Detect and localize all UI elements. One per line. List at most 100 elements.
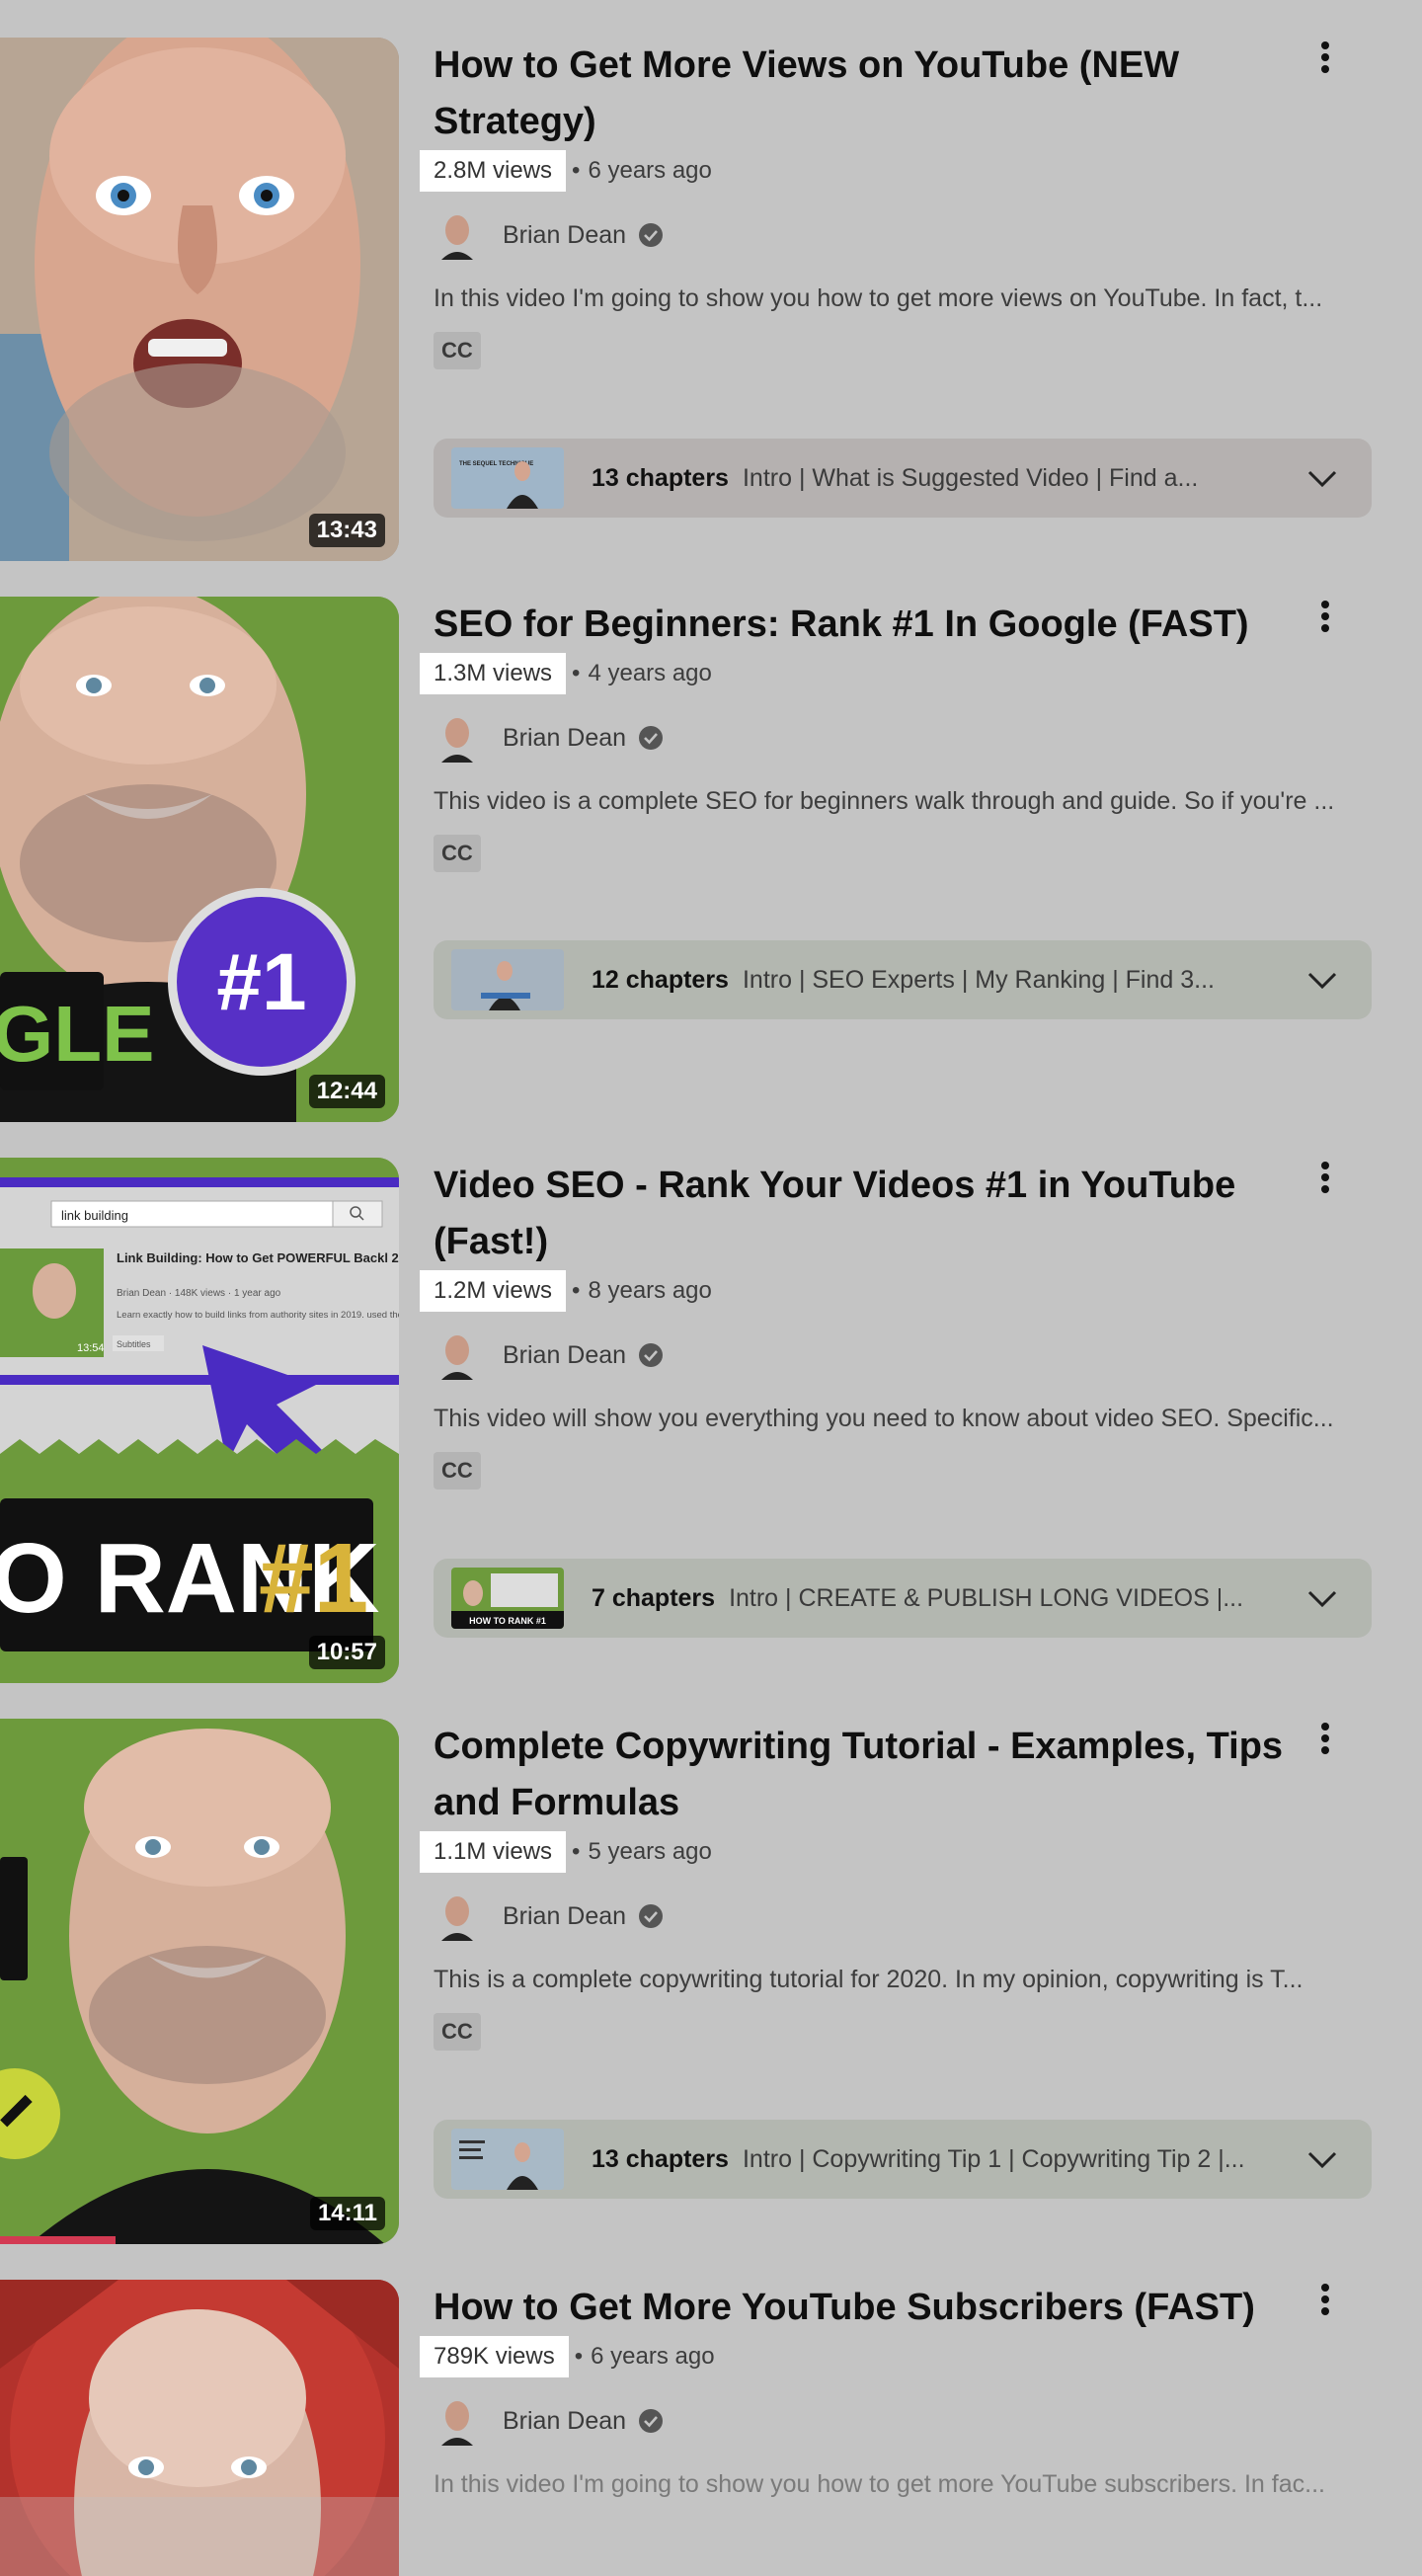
chapters-count: 12 chapters [592, 965, 729, 994]
chapters-panel[interactable]: 13 chapters Intro | Copywriting Tip 1 | … [434, 2120, 1372, 2199]
video-meta: How to Get More Views on YouTube (NEW St… [420, 38, 1372, 518]
upload-age: 4 years ago [588, 660, 712, 686]
video-duration: 12:44 [308, 1075, 385, 1108]
separator-dot: • [572, 660, 581, 686]
video-description: In this video I'm going to show you how … [434, 284, 1323, 312]
channel-avatar[interactable] [437, 2396, 477, 2446]
channel-row[interactable]: Brian Dean [434, 1887, 1372, 1946]
channel-avatar[interactable] [437, 1892, 477, 1941]
chapter-thumbnail [451, 949, 564, 1010]
channel-avatar[interactable] [437, 210, 477, 260]
channel-name[interactable]: Brian Dean [503, 1902, 626, 1931]
channel-row[interactable]: Brian Dean [434, 205, 1372, 265]
channel-row[interactable]: Brian Dean [434, 2391, 1372, 2451]
thumbnail-image: GLE #1 [0, 597, 399, 1122]
upload-age: 6 years ago [591, 2343, 715, 2370]
channel-name[interactable]: Brian Dean [503, 2407, 626, 2436]
video-description: This is a complete copywriting tutorial … [434, 1966, 1304, 1993]
chapters-count: 13 chapters [592, 463, 729, 492]
video-item[interactable]: GLE #1 12:44 SEO for Beginners: Rank #1 … [0, 597, 1422, 1122]
chapters-list: Intro | Copywriting Tip 1 | Copywriting … [742, 2144, 1245, 2173]
thumb-big-num: #1 [259, 1523, 368, 1634]
thumb-result-desc: Learn exactly how to build links from au… [117, 1310, 399, 1321]
thumb-mini-duration: 13:54 [77, 1342, 105, 1354]
video-stats: 1.3M views • 4 years ago [420, 653, 1372, 694]
video-meta: Complete Copywriting Tutorial - Examples… [420, 1719, 1372, 2199]
chapter-thumbnail: HOW TO RANK #1 [451, 1568, 564, 1629]
video-title[interactable]: How to Get More Views on YouTube (NEW St… [434, 38, 1372, 150]
channel-row[interactable]: Brian Dean [434, 708, 1372, 767]
video-description: In this video I'm going to show you how … [434, 2470, 1325, 2498]
video-title[interactable]: SEO for Beginners: Rank #1 In Google (FA… [434, 597, 1372, 653]
more-options-icon[interactable] [1310, 1158, 1340, 1205]
separator-dot: • [572, 1277, 581, 1304]
thumbnail-image: link building 13:54 Link Building: How t… [0, 1158, 399, 1683]
thumb-badge: #1 [216, 937, 306, 1027]
upload-age: 6 years ago [588, 157, 712, 184]
chapters-panel[interactable]: HOW TO RANK #1 7 chapters Intro | CREATE… [434, 1559, 1372, 1638]
more-options-icon[interactable] [1310, 597, 1340, 644]
video-duration: 10:57 [308, 1636, 385, 1669]
separator-dot: • [572, 157, 581, 184]
video-thumbnail[interactable]: GLE #1 12:44 [0, 597, 399, 1122]
video-thumbnail[interactable]: 13:43 [0, 38, 399, 561]
thumb-result-meta: Brian Dean · 148K views · 1 year ago [117, 1288, 281, 1299]
video-item[interactable]: 13:43 How to Get More Views on YouTube (… [0, 38, 1422, 561]
video-duration: 13:43 [308, 514, 385, 547]
verified-icon [639, 2409, 664, 2433]
video-description: This video will show you everything you … [434, 1405, 1334, 1432]
video-thumbnail[interactable] [0, 2280, 399, 2576]
video-meta: How to Get More YouTube Subscribers (FAS… [420, 2280, 1372, 2504]
chapters-list: Intro | CREATE & PUBLISH LONG VIDEOS |..… [729, 1583, 1244, 1612]
thumb-search-text: link building [61, 1208, 128, 1223]
chapter-thumbnail: THE SEQUEL TECHNIQUE [451, 447, 564, 509]
channel-name[interactable]: Brian Dean [503, 724, 626, 753]
thumbnail-image [0, 38, 399, 561]
video-meta: Video SEO - Rank Your Videos #1 in YouTu… [420, 1158, 1372, 1638]
verified-icon [639, 1343, 664, 1367]
channel-name[interactable]: Brian Dean [503, 1341, 626, 1370]
channel-row[interactable]: Brian Dean [434, 1326, 1372, 1385]
chapters-panel[interactable]: THE SEQUEL TECHNIQUE 13 chapters Intro |… [434, 439, 1372, 518]
view-count: 2.8M views [420, 150, 567, 192]
video-item[interactable]: How to Get More YouTube Subscribers (FAS… [0, 2280, 1422, 2576]
thumb-overlay-text: GLE [0, 990, 154, 1078]
view-count: 789K views [420, 2336, 569, 2377]
more-options-icon[interactable] [1310, 1719, 1340, 1766]
cc-badge: CC [434, 835, 481, 872]
cc-badge: CC [434, 1452, 481, 1489]
video-stats: 2.8M views • 6 years ago [420, 150, 1372, 192]
channel-name[interactable]: Brian Dean [503, 221, 626, 250]
chapter-thumb-text: HOW TO RANK #1 [469, 1616, 546, 1626]
thumbnail-image [0, 1719, 399, 2244]
chevron-down-icon[interactable] [1306, 464, 1338, 492]
video-thumbnail[interactable]: 14:11 [0, 1719, 399, 2244]
video-stats: 1.1M views • 5 years ago [420, 1831, 1372, 1873]
video-meta: SEO for Beginners: Rank #1 In Google (FA… [420, 597, 1372, 1019]
chapters-list: Intro | SEO Experts | My Ranking | Find … [742, 965, 1215, 994]
chapters-count: 13 chapters [592, 2144, 729, 2173]
cc-badge: CC [434, 2013, 481, 2051]
chapters-count: 7 chapters [592, 1583, 716, 1612]
verified-icon [639, 223, 664, 247]
video-duration: 14:11 [309, 2197, 385, 2230]
video-stats: 1.2M views • 8 years ago [420, 1270, 1372, 1312]
upload-age: 8 years ago [588, 1277, 712, 1304]
more-options-icon[interactable] [1310, 38, 1340, 85]
video-item[interactable]: link building 13:54 Link Building: How t… [0, 1158, 1422, 1683]
video-title[interactable]: Complete Copywriting Tutorial - Examples… [434, 1719, 1372, 1831]
channel-avatar[interactable] [437, 1330, 477, 1380]
video-item[interactable]: 14:11 Complete Copywriting Tutorial - Ex… [0, 1719, 1422, 2244]
video-thumbnail[interactable]: link building 13:54 Link Building: How t… [0, 1158, 399, 1683]
channel-avatar[interactable] [437, 713, 477, 763]
chevron-down-icon[interactable] [1306, 1584, 1338, 1612]
video-title[interactable]: How to Get More YouTube Subscribers (FAS… [434, 2280, 1372, 2336]
more-options-icon[interactable] [1310, 2280, 1340, 2327]
chevron-down-icon[interactable] [1306, 966, 1338, 994]
separator-dot: • [572, 1838, 581, 1865]
chevron-down-icon[interactable] [1306, 2145, 1338, 2173]
cc-badge: CC [434, 332, 481, 369]
video-title[interactable]: Video SEO - Rank Your Videos #1 in YouTu… [434, 1158, 1372, 1270]
video-description: This video is a complete SEO for beginne… [434, 787, 1335, 815]
chapters-panel[interactable]: 12 chapters Intro | SEO Experts | My Ran… [434, 940, 1372, 1019]
